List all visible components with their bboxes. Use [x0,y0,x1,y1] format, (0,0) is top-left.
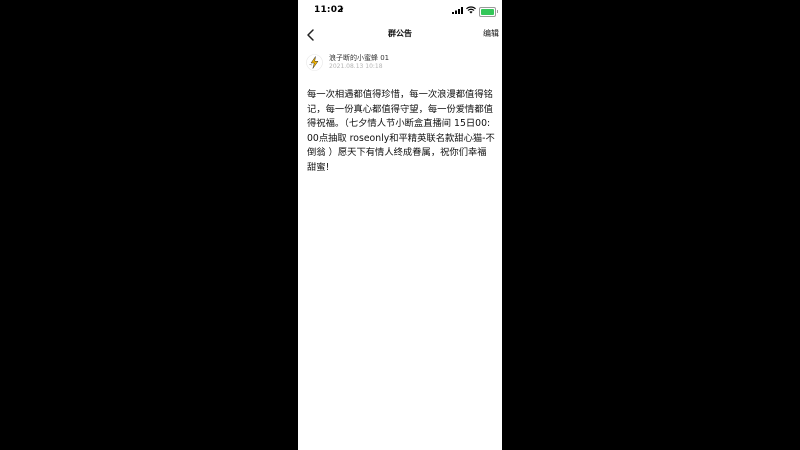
status-bar: 11:02 [298,0,502,22]
edit-button[interactable]: 编辑 [483,28,499,39]
signal-icon [452,7,463,14]
battery-level [481,9,494,15]
phone-screen: 11:02 群公告 编辑 浪子断的小蜜蜂 01 2021.08.13 10:18… [298,0,502,450]
announcement-content: 每一次相遇都值得珍惜，每一次浪漫都值得铭记，每一份真心都值得守望，每一份爱情都值… [307,89,495,173]
battery-icon [479,7,498,17]
announcement-author: 浪子断的小蜜蜂 01 2021.08.13 10:18 [306,52,496,76]
location-arrow-icon [338,7,344,13]
avatar[interactable] [306,54,323,71]
page-title: 群公告 [388,29,412,38]
navigation-bar: 群公告 编辑 [298,24,502,44]
author-name: 浪子断的小蜜蜂 01 [329,54,390,62]
announcement-timestamp: 2021.08.13 10:18 [329,63,383,70]
wifi-icon [466,6,476,14]
